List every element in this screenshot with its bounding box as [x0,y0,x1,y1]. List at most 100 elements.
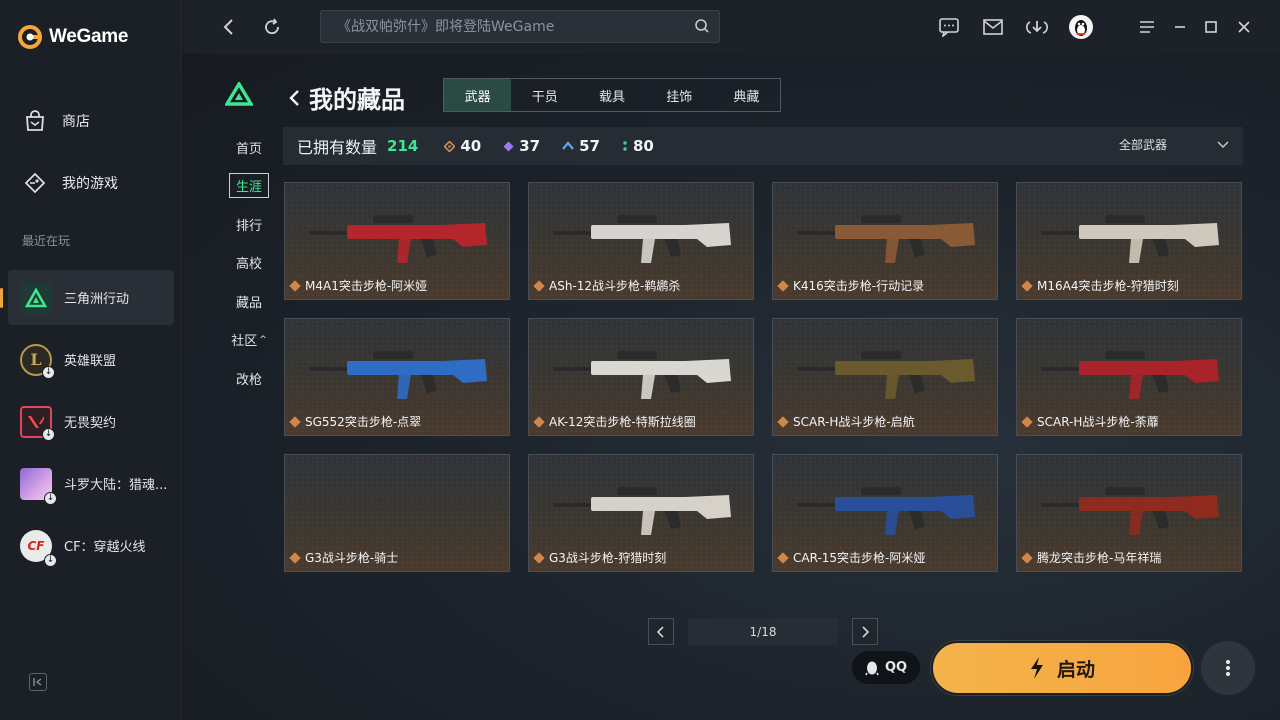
orange-rarity-diamond-icon [444,140,456,152]
subnav-community[interactable]: 社区 ^ [219,321,279,360]
chevron-down-icon [1217,141,1229,148]
download-badge-icon: ↓ [42,365,55,379]
recent-game-delta-force[interactable]: 三角洲行动 [0,270,174,325]
tab-charms[interactable]: 挂饰 [646,79,713,111]
top-bar [183,0,1280,54]
subnav-ranking[interactable]: 排行 [219,205,279,244]
user-avatar[interactable] [1067,13,1095,41]
weapon-card[interactable]: M16A4突击步枪-狩猎时刻 [1016,182,1242,300]
weapon-card-label: ASh-12战斗步枪-鹈鹕杀 [533,277,681,294]
wegame-logo[interactable]: WeGame [17,24,128,50]
more-vertical-icon [1226,660,1230,676]
weapon-card[interactable]: AK-12突击步枪-特斯拉线圈 [528,318,754,436]
weapon-card[interactable]: CAR-15突击步枪-阿米娅 [772,454,998,572]
subnav-community-label: 社区 [231,334,258,350]
minimize-button[interactable] [1166,13,1194,41]
nav-my-games[interactable]: 我的游戏 [22,170,118,196]
mail-button[interactable] [979,13,1007,41]
rarity-diamond-icon [1021,279,1033,292]
refresh-button[interactable] [258,13,286,41]
weapon-name: ASh-12战斗步枪-鹈鹕杀 [549,279,681,293]
rifle-skin-icon [309,351,487,399]
weapon-card-label: M4A1突击步枪-阿米娅 [289,277,427,294]
collection-back-title[interactable]: 我的藏品 [287,80,405,115]
rarity-diamond-icon [777,415,789,428]
tab-archive[interactable]: 典藏 [713,79,780,111]
maximize-icon [1205,21,1217,33]
delta-force-logo-icon [225,82,253,106]
rarity-stat-purple: 37 [503,137,540,155]
weapon-card[interactable]: ASh-12战斗步枪-鹈鹕杀 [528,182,754,300]
weapon-card[interactable]: SCAR-H战斗步枪-启航 [772,318,998,436]
chat-button[interactable] [935,13,963,41]
weapon-card-label: SG552突击步枪-点翠 [289,413,421,430]
weapon-filter-value: 全部武器 [1118,138,1167,152]
weapon-name: AK-12突击步枪-特斯拉线圈 [549,415,696,429]
subnav-home[interactable]: 首页 [219,128,279,167]
collapse-sidebar-button[interactable] [29,673,47,691]
green-rarity-dots-icon [623,141,627,151]
page-indicator: 1/18 [688,618,838,645]
qq-penguin-icon [865,661,879,675]
weapon-name: K416突击步枪-行动记录 [793,279,925,293]
chevron-up-icon: ^ [259,334,267,345]
rarity-count: 80 [632,137,654,155]
rarity-diamond-icon [533,551,545,564]
rifle-skin-icon [1041,215,1219,263]
nav-shop[interactable]: 商店 [22,108,90,134]
tab-vehicles[interactable]: 载具 [578,79,645,111]
weapon-card-label: 腾龙突击步枪-马年祥瑞 [1021,549,1161,566]
chat-icon [939,18,959,37]
subnav-gunsmith[interactable]: 改枪 [219,359,279,398]
weapon-card[interactable]: 腾龙突击步枪-马年祥瑞 [1016,454,1242,572]
close-button[interactable] [1230,13,1258,41]
weapon-card[interactable]: SG552突击步枪-点翠 [284,318,510,436]
next-page-button[interactable] [852,618,878,645]
tab-operators[interactable]: 干员 [511,79,578,111]
rifle-skin-icon [797,487,975,535]
recent-game-name: 英雄联盟 [64,354,117,369]
menu-button[interactable] [1133,13,1161,41]
subnav-collection[interactable]: 藏品 [219,282,279,321]
recent-game-valorant[interactable]: ↓ 无畏契约 [8,394,174,449]
tab-weapons[interactable]: 武器 [444,79,512,111]
more-options-button[interactable] [1201,641,1255,695]
recent-game-crossfire[interactable]: CF ↓ CF：穿越火线 [8,518,174,573]
game-subnav: 首页 生涯 排行 高校 藏品 社区 ^ 改枪 [219,128,279,398]
search-input[interactable] [321,11,681,42]
weapon-card[interactable]: G3战斗步枪-骑士 [284,454,510,572]
weapon-card-label: CAR-15突击步枪-阿米娅 [777,549,926,566]
nav-shop-label: 商店 [62,114,90,130]
rifle-skin-icon [553,487,731,535]
recent-game-name: CF：穿越火线 [64,540,146,555]
maximize-button[interactable] [1197,13,1225,41]
download-manager-button[interactable] [1023,13,1051,41]
search-icon[interactable] [694,18,710,34]
weapon-filter-dropdown[interactable]: 全部武器 [1119,136,1229,153]
recent-game-lol[interactable]: L ↓ 英雄联盟 [8,332,174,387]
rifle-skin-icon [553,215,731,263]
subnav-career-label: 生涯 [228,173,269,199]
left-sidebar: WeGame 商店 我的游戏 最近在玩 三角洲行动 L ↓ 英雄联盟 ↓ 无畏契… [0,0,182,720]
recent-game-douluo[interactable]: ↓ 斗罗大陆：猎魂... [8,456,174,511]
rarity-stat-orange: 40 [444,137,481,155]
weapon-card-label: M16A4突击步枪-狩猎时刻 [1021,277,1179,294]
prev-page-button[interactable] [648,618,674,645]
weapon-card[interactable]: G3战斗步枪-狩猎时刻 [528,454,754,572]
weapon-card[interactable]: M4A1突击步枪-阿米娅 [284,182,510,300]
rarity-diamond-icon [777,279,789,292]
subnav-career[interactable]: 生涯 [219,167,279,206]
subnav-college[interactable]: 高校 [219,244,279,283]
weapon-name: CAR-15突击步枪-阿米娅 [793,551,926,565]
collection-tabs: 武器 干员 载具 挂饰 典藏 [443,78,781,112]
game-controller-icon [24,172,46,194]
weapon-card[interactable]: SCAR-H战斗步枪-荼蘼 [1016,318,1242,436]
back-button[interactable] [215,13,243,41]
launch-button[interactable]: 启动 [931,641,1193,695]
weapon-name: G3战斗步枪-骑士 [305,551,399,565]
weapon-card-label: SCAR-H战斗步枪-荼蘼 [1021,413,1159,430]
lightning-icon [1030,657,1043,679]
page-title: 我的藏品 [309,86,405,114]
qq-login-button[interactable]: QQ [852,651,920,684]
weapon-card[interactable]: K416突击步枪-行动记录 [772,182,998,300]
